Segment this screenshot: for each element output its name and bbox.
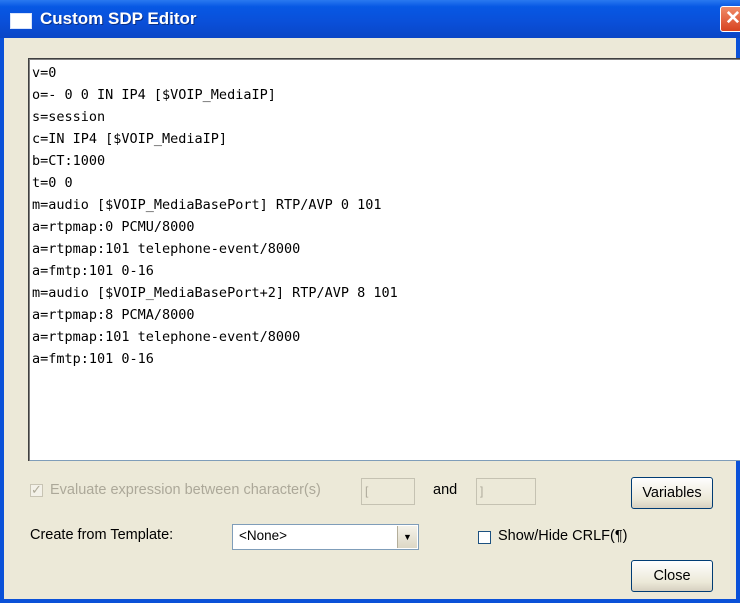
sdp-line: a=fmtp:101 0-16: [32, 263, 154, 279]
sdp-line: s=session: [32, 109, 106, 125]
sdp-line: m=audio [$VOIP_MediaBasePort] RTP/AVP 0 …: [32, 197, 382, 213]
sdp-line: t=0 0: [32, 175, 73, 191]
sdp-line: v=0: [32, 65, 57, 81]
chevron-down-icon[interactable]: ▼: [397, 526, 417, 548]
template-select-value: <None>: [239, 528, 288, 543]
sdp-line: c=IN IP4 [$VOIP_MediaIP]: [32, 131, 228, 147]
sdp-line: a=rtpmap:0 PCMU/8000: [32, 219, 195, 235]
sdp-line: a=rtpmap:101 telephone-event/8000: [32, 329, 301, 345]
sdp-line: a=rtpmap:101 telephone-event/8000: [32, 241, 301, 257]
sdp-editor-window: Custom SDP Editor ✕ v=0 o=- 0 0 IN IP4 [$…: [0, 0, 740, 603]
sdp-line: a=rtpmap:8 PCMA/8000: [32, 307, 195, 323]
title-bar[interactable]: Custom SDP Editor ✕: [0, 0, 740, 38]
sdp-line: m=audio [$VOIP_MediaBasePort+2] RTP/AVP …: [32, 285, 398, 301]
sdp-text-content: v=0 o=- 0 0 IN IP4 [$VOIP_MediaIP] s=sessi…: [29, 59, 740, 370]
window-icon: [10, 13, 32, 29]
show-hide-crlf-checkbox[interactable]: [478, 531, 491, 544]
sdp-line: o=- 0 0 IN IP4 [$VOIP_MediaIP]: [32, 87, 276, 103]
check-mark-icon: ✓: [31, 482, 42, 497]
and-label: and: [433, 482, 458, 498]
evaluate-expression-label: Evaluate expression between character(s): [50, 482, 321, 498]
end-character-input[interactable]: ]: [476, 478, 536, 505]
show-hide-crlf-label: Show/Hide CRLF(¶): [498, 528, 628, 544]
create-from-template-label: Create from Template:: [30, 527, 174, 543]
sdp-line: b=CT:1000: [32, 153, 106, 169]
sdp-text-editor[interactable]: v=0 o=- 0 0 IN IP4 [$VOIP_MediaIP] s=sessi…: [28, 58, 740, 461]
window-close-button[interactable]: ✕: [720, 6, 740, 32]
window-title: Custom SDP Editor: [40, 9, 197, 28]
start-character-input[interactable]: [: [361, 478, 415, 505]
close-button[interactable]: Close: [631, 560, 713, 592]
evaluate-expression-checkbox[interactable]: ✓: [30, 482, 43, 497]
evaluate-expression-row: ✓ Evaluate expression between character(…: [30, 478, 730, 508]
template-select[interactable]: <None> ▼: [232, 524, 419, 550]
sdp-line: a=fmtp:101 0-16: [32, 351, 154, 367]
variables-button[interactable]: Variables: [631, 477, 713, 509]
